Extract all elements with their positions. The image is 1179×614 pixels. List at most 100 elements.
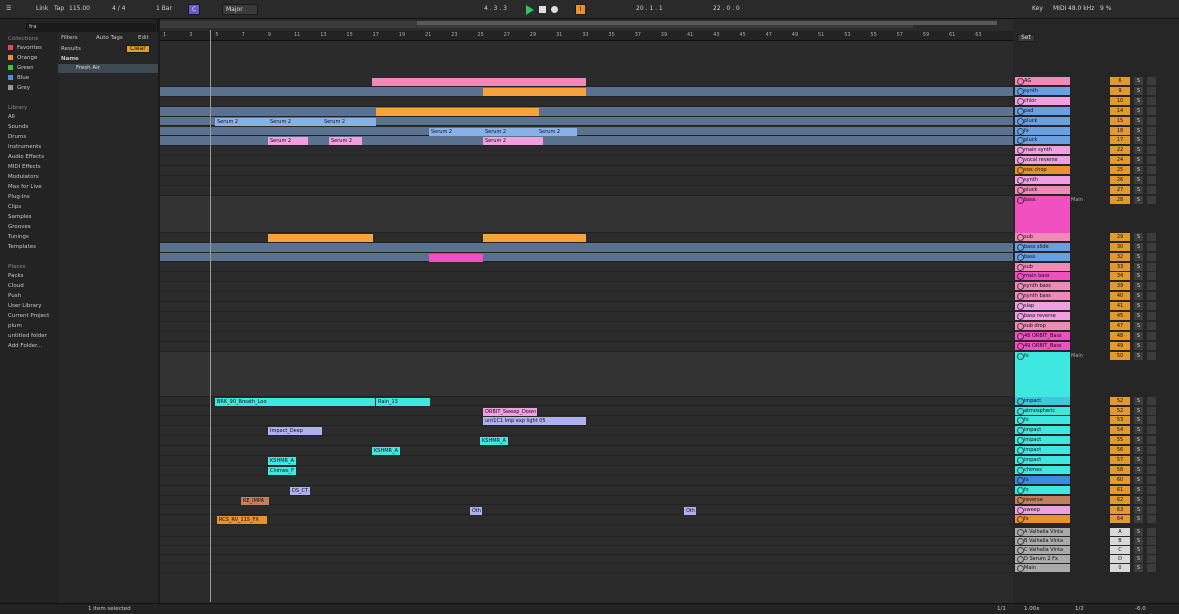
library-item[interactable]: Instruments — [8, 144, 41, 150]
set-button[interactable]: Set — [1017, 34, 1035, 42]
solo-button[interactable]: S — [1134, 262, 1143, 271]
track-lane[interactable] — [160, 146, 1013, 157]
track-number[interactable]: 48 — [1110, 331, 1130, 340]
solo-button[interactable]: S — [1134, 116, 1143, 125]
arm-button[interactable] — [1147, 416, 1156, 425]
solo-button[interactable]: S — [1134, 555, 1143, 564]
clear-button[interactable]: Clear — [126, 45, 150, 53]
track-lane[interactable] — [160, 156, 1013, 167]
clip[interactable]: Chimes_F — [268, 466, 296, 475]
track-lane[interactable] — [160, 106, 1013, 117]
track-name[interactable]: sub drop — [1015, 321, 1070, 330]
places-item[interactable]: untitled folder — [8, 333, 47, 339]
solo-button[interactable]: S — [1134, 406, 1143, 415]
track-number[interactable]: 27 — [1110, 185, 1130, 194]
library-item[interactable]: Sounds — [8, 124, 28, 130]
track-number[interactable]: 28 — [1110, 195, 1130, 204]
solo-button[interactable]: S — [1134, 416, 1143, 425]
solo-button[interactable]: S — [1134, 166, 1143, 175]
key-select[interactable]: C — [188, 4, 201, 15]
track-name[interactable]: pluck — [1015, 185, 1070, 194]
track-name[interactable]: impact — [1015, 426, 1070, 435]
arm-button[interactable] — [1147, 351, 1156, 360]
track-lane[interactable] — [160, 86, 1013, 97]
track-lane[interactable] — [160, 351, 1013, 397]
midi-map-button[interactable]: MIDI — [1053, 5, 1066, 12]
track-name[interactable]: synth — [1015, 86, 1070, 95]
clip[interactable] — [483, 87, 586, 96]
arm-button[interactable] — [1147, 485, 1156, 494]
track-name[interactable]: vocal reverse — [1015, 156, 1070, 165]
track-number[interactable]: 25 — [1110, 166, 1130, 175]
track-number[interactable]: 61 — [1110, 485, 1130, 494]
library-item[interactable]: Templates — [8, 244, 36, 250]
arm-button[interactable] — [1147, 242, 1156, 251]
clip[interactable] — [376, 107, 539, 116]
track-number[interactable]: C — [1110, 546, 1130, 555]
track-lane[interactable] — [160, 496, 1013, 506]
track-lane[interactable] — [160, 546, 1013, 556]
library-item[interactable]: Clips — [8, 204, 21, 210]
solo-button[interactable]: S — [1134, 232, 1143, 241]
track-lane[interactable] — [160, 476, 1013, 486]
track-number[interactable]: 15 — [1110, 116, 1130, 125]
places-item[interactable]: Packs — [8, 273, 24, 279]
play-icon[interactable] — [526, 5, 534, 15]
track-name[interactable]: synth bass — [1015, 292, 1070, 301]
zoom-level[interactable]: 1.00x — [1024, 606, 1040, 612]
solo-button[interactable]: S — [1134, 106, 1143, 115]
track-name[interactable]: 49 ORBIT_Bass — [1015, 341, 1070, 350]
main-volume[interactable]: -6.0 — [1135, 606, 1146, 612]
track-number[interactable]: 14 — [1110, 106, 1130, 115]
track-name[interactable]: 48 ORBIT_Bass — [1015, 331, 1070, 340]
scale-select[interactable]: Major — [222, 4, 258, 15]
arm-button[interactable] — [1147, 436, 1156, 445]
solo-button[interactable]: S — [1134, 292, 1143, 301]
arm-button[interactable] — [1147, 176, 1156, 184]
track-number[interactable]: 60 — [1110, 475, 1130, 484]
solo-button[interactable]: S — [1134, 176, 1143, 184]
track-number[interactable]: 9 — [1110, 86, 1130, 95]
clip[interactable]: KSHMR_A — [268, 457, 296, 465]
track-number[interactable]: 40 — [1110, 292, 1130, 301]
track-name[interactable]: vox chop — [1015, 166, 1070, 175]
solo-button[interactable]: S — [1134, 272, 1143, 281]
track-lane[interactable] — [160, 436, 1013, 447]
track-lane[interactable] — [160, 302, 1013, 312]
arm-button[interactable] — [1147, 166, 1156, 175]
track-number[interactable]: 64 — [1110, 515, 1130, 524]
solo-button[interactable]: S — [1134, 195, 1143, 204]
solo-button[interactable]: S — [1134, 495, 1143, 504]
result-item[interactable]: Fresh Air — [58, 64, 158, 73]
track-lane[interactable] — [160, 166, 1013, 176]
clip[interactable]: DS_CT — [290, 486, 310, 495]
track-number[interactable]: 18 — [1110, 126, 1130, 135]
track-lane[interactable] — [160, 126, 1013, 137]
arm-button[interactable] — [1147, 465, 1156, 474]
track-name[interactable]: slap — [1015, 302, 1070, 311]
places-item[interactable]: plum — [8, 323, 22, 329]
track-name[interactable]: synth — [1015, 176, 1070, 184]
filters-button[interactable]: Filters — [61, 35, 78, 41]
tempo-field[interactable]: 115.00 — [69, 5, 90, 12]
solo-button[interactable]: S — [1134, 282, 1143, 291]
clip[interactable]: KSHMR_A — [372, 447, 400, 456]
track-lane[interactable] — [160, 486, 1013, 496]
solo-button[interactable]: S — [1134, 528, 1143, 537]
arm-button[interactable] — [1147, 564, 1156, 573]
track-name[interactable]: fx — [1015, 416, 1070, 425]
track-name[interactable]: A Valhalla Vinta — [1015, 528, 1070, 537]
track-lane[interactable] — [160, 515, 1013, 526]
time-signature[interactable]: 4 / 4 — [112, 5, 125, 12]
solo-button[interactable]: S — [1134, 252, 1143, 261]
clip[interactable]: Serum 2 — [483, 137, 543, 146]
places-item[interactable]: Current Project — [8, 313, 49, 319]
arm-button[interactable] — [1147, 106, 1156, 115]
arm-button[interactable] — [1147, 126, 1156, 135]
solo-button[interactable]: S — [1134, 426, 1143, 435]
track-lane[interactable] — [160, 272, 1013, 283]
track-number[interactable]: 10 — [1110, 96, 1130, 105]
track-number[interactable]: 24 — [1110, 156, 1130, 165]
track-name[interactable]: impact — [1015, 436, 1070, 445]
track-name[interactable]: sub — [1015, 262, 1070, 271]
